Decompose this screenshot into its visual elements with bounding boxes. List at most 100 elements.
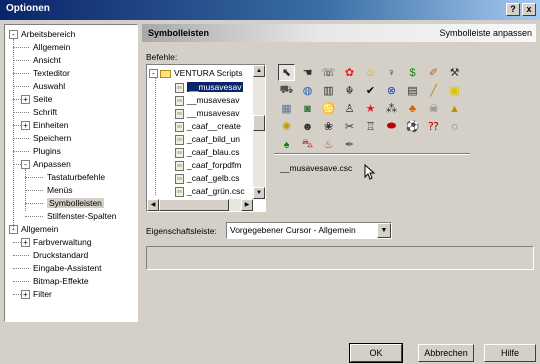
fire-icon[interactable]: ♨ [320,136,337,153]
collapse-icon[interactable]: - [149,69,158,79]
scroll-thumb[interactable] [253,115,265,131]
command-item[interactable]: __musavesav [175,94,239,107]
stamp-icon[interactable]: ♙ [341,100,358,117]
title-bar[interactable]: Optionen ? x [0,0,540,20]
command-item[interactable]: _caaf_forpdfm [175,159,241,172]
tree-item[interactable]: Seite [33,93,52,106]
pen-icon[interactable]: ✒ [341,136,358,153]
tree-item[interactable]: Allgemein [21,223,58,236]
script-file-icon [175,134,184,145]
hat-icon[interactable]: ▲ [446,100,463,117]
command-item[interactable]: __musavesav [175,107,239,120]
pencil-icon[interactable]: ╱ [425,82,442,99]
tree-icon[interactable]: ♠ [278,136,295,153]
butterfly-icon[interactable]: ♋ [320,100,337,117]
tree-item[interactable]: Auswahl [33,80,65,93]
bug-icon[interactable]: ♣ [404,100,421,117]
flower-icon[interactable]: ✿ [341,64,358,81]
soccer-ball-icon[interactable]: ⚽ [404,118,421,135]
cursor-icon[interactable]: ⬉ [278,64,295,81]
collapse-icon[interactable]: - [9,30,18,39]
mouse-cursor-icon [364,164,376,180]
scroll-down-button[interactable]: ▼ [253,187,265,199]
expand-icon[interactable]: + [21,290,30,299]
scissors-icon[interactable]: ✂ [341,118,358,135]
skull-icon[interactable]: ☠ [425,100,442,117]
smiley-icon[interactable]: ☺ [362,64,379,81]
tree-item[interactable]: Druckstandard [33,249,88,262]
expand-icon[interactable]: + [21,238,30,247]
help-title-button[interactable]: ? [506,3,520,16]
document-icon[interactable]: ▤ [404,82,421,99]
ok-button[interactable]: OK [349,343,403,363]
scroll-up-button[interactable]: ▲ [253,65,265,77]
grid-icon[interactable]: ▦ [278,100,295,117]
tree-item[interactable]: Arbeitsbereich [21,28,75,41]
scroll-right-button[interactable]: ▶ [241,199,253,211]
globe-icon[interactable]: ◍ [299,82,316,99]
tree-item[interactable]: Einheiten [33,119,68,132]
people-icon[interactable]: ☬ [341,82,358,99]
command-item[interactable]: __musavesav [175,81,244,94]
star-icon[interactable]: ★ [362,100,379,117]
cook-icon[interactable]: ♖ [362,118,379,135]
collapse-icon[interactable]: - [21,160,30,169]
tree-item[interactable]: Farbverwaltung [33,236,92,249]
flower-swirl-icon[interactable]: ❀ [320,118,337,135]
car-icon[interactable]: ⛍ [299,136,316,153]
tree-item[interactable]: Ansicht [33,54,61,67]
property-bar-select[interactable]: Vorgegebener Cursor - Allgemein ▼ [226,222,392,239]
tree-item[interactable]: Bitmap-Effekte [33,275,89,288]
tree-item[interactable]: Symbolleisten [47,197,104,210]
tree-item[interactable]: Plugins [33,145,61,158]
cross-circle-icon[interactable]: ⊗ [383,82,400,99]
trash-icon[interactable]: ▥ [320,82,337,99]
eraser-icon[interactable]: ✐ [425,64,442,81]
command-item[interactable]: _caaf_bild_un [175,133,240,146]
tools-icon[interactable]: ⚒ [446,64,463,81]
tree-item[interactable]: Tastaturbefehle [47,171,105,184]
tree-item-label: Druckstandard [33,250,89,260]
tree-item[interactable]: Stilfenster-Spalten [47,210,116,223]
tree-item[interactable]: Menüs [47,184,73,197]
speech-bubble-icon[interactable]: ◌ [446,118,463,135]
faces-icon[interactable]: ☻ [299,118,316,135]
hscroll-thumb[interactable] [159,199,229,211]
tree-item[interactable]: Allgemein [33,41,70,54]
tree-item[interactable]: Filter [33,288,52,301]
tree-item[interactable]: Speichern [33,132,71,145]
tree-item[interactable]: Anpassen [33,158,71,171]
tree-item[interactable]: Eingabe-Assistent [33,262,102,275]
cancel-button[interactable]: Abbrechen [418,344,474,362]
question-icon[interactable]: ⁇ [425,118,442,135]
dropdown-arrow-icon[interactable]: ▼ [377,223,391,238]
cube-icon[interactable]: ▣ [446,82,463,99]
command-item[interactable]: _caaf_blau.cs [175,146,239,159]
expand-icon[interactable]: + [21,95,30,104]
cart-icon[interactable]: ⛟ [278,82,295,99]
tree-connector [25,216,43,217]
help-button[interactable]: Hilfe [484,344,536,362]
scripts-folder-item[interactable]: - VENTURA Scripts [149,67,243,80]
dialog-icon[interactable]: ☏ [320,64,337,81]
bulb-icon[interactable]: ♀ [383,64,400,81]
command-item[interactable]: _caaf__create [175,120,241,133]
photo-icon[interactable]: ◙ [299,100,316,117]
commands-vscrollbar[interactable]: ▲ ▼ [253,65,265,199]
balls-icon[interactable]: ⁂ [383,100,400,117]
check-icon[interactable]: ✔ [362,82,379,99]
expand-icon[interactable]: + [21,121,30,130]
command-item[interactable]: _caaf_grün.csc [175,185,245,198]
hand-pointer-icon[interactable]: ☚ [299,64,316,81]
lips-icon[interactable]: ⬬ [383,118,400,135]
commands-hscrollbar[interactable]: ◀ ▶ [147,199,253,211]
tree-item[interactable]: Texteditor [33,67,70,80]
scroll-left-button[interactable]: ◀ [147,199,159,211]
dollar-icon[interactable]: $ [404,64,421,81]
tree-item[interactable]: Schrift [33,106,57,119]
options-tree[interactable]: - Arbeitsbereich Allgemein Ansicht Textedito… [4,24,138,322]
close-title-button[interactable]: x [522,3,536,16]
command-item[interactable]: _caaf_gelb.cs [175,172,239,185]
commands-tree[interactable]: - VENTURA Scripts ▲ ▼ ◀ ▶ __musavesav __mu… [146,64,266,212]
sun-icon[interactable]: ✺ [278,118,295,135]
